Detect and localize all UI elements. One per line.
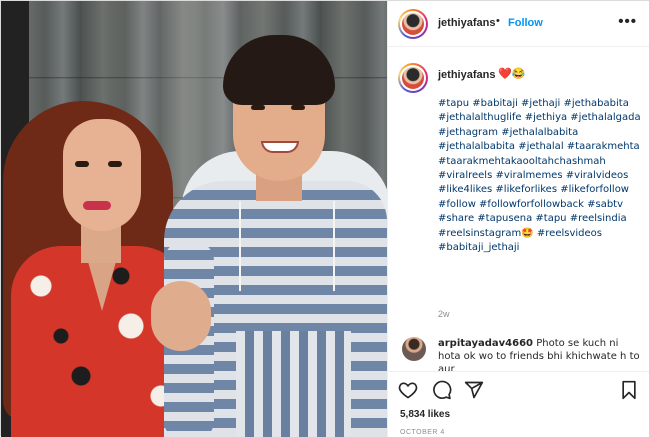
woman-hand (151, 281, 211, 351)
comment-item: arpitayadav4660 Photo se kuch ni hota ok… (388, 335, 649, 375)
share-icon[interactable] (464, 380, 484, 400)
post-date: OCTOBER 4 (400, 429, 445, 436)
post-header: jethiyafans • Follow ••• (388, 1, 649, 47)
caption-timestamp[interactable]: 2w (438, 309, 450, 319)
action-bar (388, 371, 649, 405)
post-side-panel: jethiyafans • Follow ••• jethiyafans ❤️😂… (387, 1, 649, 437)
separator-dot: • (496, 15, 500, 27)
header-username[interactable]: jethiyafans (438, 17, 495, 29)
more-options-icon[interactable]: ••• (618, 13, 637, 30)
caption-username[interactable]: jethiyafans (438, 69, 495, 81)
caption-avatar[interactable] (398, 63, 428, 93)
heart-icon[interactable] (398, 380, 418, 400)
post-photo[interactable] (1, 1, 387, 437)
commenter-avatar[interactable] (402, 337, 426, 361)
avatar[interactable] (398, 9, 428, 39)
woman-face (63, 119, 141, 231)
caption-emoji: ❤️😂 (498, 68, 526, 80)
follow-button[interactable]: Follow (508, 17, 543, 29)
comment-icon[interactable] (432, 380, 452, 400)
caption-hashtags[interactable]: #tapu #babitaji #jethaji #jethababita #j… (438, 97, 643, 255)
like-count[interactable]: 5,834 likes (400, 409, 450, 420)
post-caption: jethiyafans ❤️😂 #tapu #babitaji #jethaji… (388, 47, 649, 327)
instagram-post: jethiyafans • Follow ••• jethiyafans ❤️😂… (0, 0, 649, 437)
bookmark-icon[interactable] (619, 380, 639, 400)
commenter-username[interactable]: arpitayadav4660 (438, 338, 533, 349)
